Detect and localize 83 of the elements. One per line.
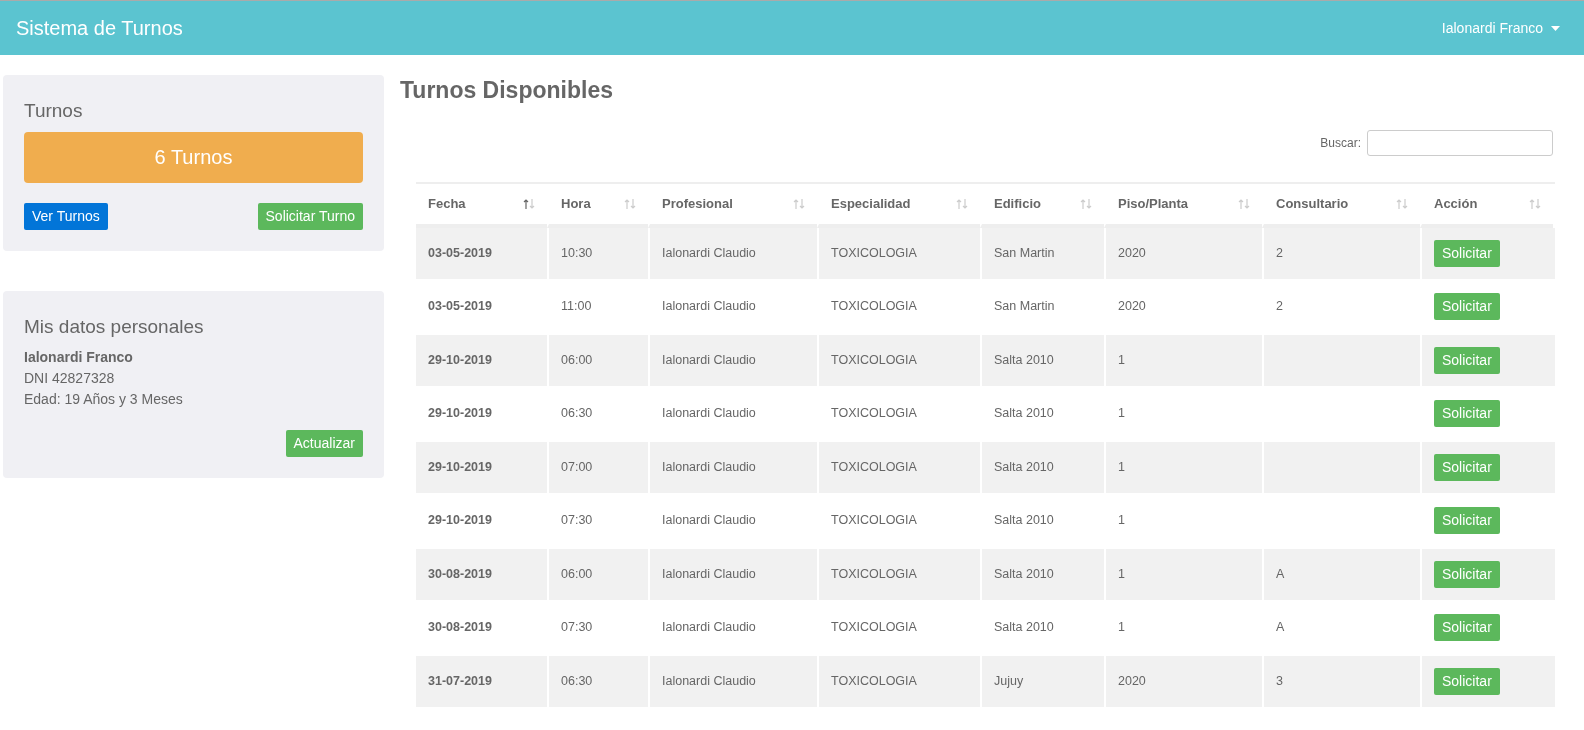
solicitar-button[interactable]: Solicitar [1434,507,1500,535]
card-button[interactable]: Ver Turnos [24,202,108,230]
card-title: Turnos [24,99,84,123]
table-cell: A [1262,602,1420,654]
table-cell: 1 [1104,441,1262,493]
table-cell: Ialonardi Claudio [648,281,817,333]
solicitar-button[interactable]: Solicitar [1434,614,1500,642]
table-cell: TOXICOLOGIA [817,602,980,654]
table-cell: Ialonardi Claudio [648,388,817,440]
table-cell: 2020 [1104,281,1262,333]
table-cell: 06:00 [547,334,648,386]
table-cell: TOXICOLOGIA [817,227,980,279]
table-cell: Ialonardi Claudio [648,495,817,547]
table-cell: Ialonardi Claudio [648,441,817,493]
table-cell-text: 03-05-2019 [427,298,493,316]
search-label: Buscar: [1320,134,1361,152]
table-cell: TOXICOLOGIA [817,548,980,600]
table-cell: Salta 2010 [980,388,1104,440]
table-cell-text: 03-05-2019 [427,244,493,262]
table-cell: 07:00 [547,441,648,493]
table-cell: 2 [1262,281,1420,333]
table-cell: 2020 [1104,227,1262,279]
table-cell: Ialonardi Claudio [648,334,817,386]
table-cell: 1 [1104,334,1262,386]
table-cell: 1 [1104,495,1262,547]
table-cell: San Martin [980,227,1104,279]
table-cell: San Martin [980,281,1104,333]
table-cell-text: 30-08-2019 [427,619,493,637]
table-cell-text: 31-07-2019 [427,672,493,690]
table-cell: 06:30 [547,388,648,440]
table-cell-text: 29-10-2019 [427,405,493,423]
solicitar-button[interactable]: Solicitar [1434,453,1500,481]
table-cell: Salta 2010 [980,495,1104,547]
table-cell: TOXICOLOGIA [817,655,980,707]
solicitar-button[interactable]: Solicitar [1434,400,1500,428]
table-cell: Ialonardi Claudio [648,602,817,654]
table-cell-text: 29-10-2019 [427,512,493,530]
table-cell: Salta 2010 [980,334,1104,386]
table-cell: 2020 [1104,655,1262,707]
table-cell-text: 29-10-2019 [427,458,493,476]
solicitar-button[interactable]: Solicitar [1434,346,1500,374]
solicitar-button[interactable]: Solicitar [1434,667,1500,695]
table-cell: Ialonardi Claudio [648,548,817,600]
person-name: Ialonardi Franco [24,348,134,367]
table-cell: 06:00 [547,548,648,600]
table-cell: 1 [1104,388,1262,440]
table-cell: 07:30 [547,495,648,547]
person-age: Edad: 19 Años y 3 Meses [24,390,184,409]
table-cell-text: 30-08-2019 [427,565,493,583]
table-cell: 1 [1104,602,1262,654]
table-cell: TOXICOLOGIA [817,441,980,493]
table-cell: Ialonardi Claudio [648,655,817,707]
table-cell: Ialonardi Claudio [648,227,817,279]
table-cell: 06:30 [547,655,648,707]
table-cell: TOXICOLOGIA [817,388,980,440]
table-cell: TOXICOLOGIA [817,281,980,333]
table-cell: 2 [1262,227,1420,279]
table-cell: 10:30 [547,227,648,279]
user-menu[interactable]: Ialonardi Franco [1441,17,1568,39]
solicitar-button[interactable]: Solicitar [1434,560,1500,588]
page-title: Turnos Disponibles [400,76,614,105]
update-button[interactable]: Actualizar [285,430,363,457]
card-title: Mis datos personales [24,314,205,339]
caret-down-icon [1551,25,1560,31]
table-cell: Jujuy [980,655,1104,707]
card-button[interactable]: Solicitar Turno [257,202,363,230]
table-cell: TOXICOLOGIA [817,495,980,547]
brand-title[interactable]: Sistema de Turnos [16,13,183,43]
solicitar-button[interactable]: Solicitar [1434,293,1500,321]
table-cell: A [1262,548,1420,600]
table-cell: 11:00 [547,281,648,333]
table-cell-text: 29-10-2019 [427,351,493,369]
table-cell: 07:30 [547,602,648,654]
table-cell: 3 [1262,655,1420,707]
person-dni: DNI 42827328 [24,369,116,388]
turnos-count-banner: 6 Turnos [24,131,363,183]
solicitar-button[interactable]: Solicitar [1434,239,1500,267]
table-cell: Salta 2010 [980,602,1104,654]
search-field[interactable] [1367,129,1553,156]
table-cell: 1 [1104,548,1262,600]
table-cell: Salta 2010 [980,441,1104,493]
table-cell: Salta 2010 [980,548,1104,600]
table-cell: TOXICOLOGIA [817,334,980,386]
